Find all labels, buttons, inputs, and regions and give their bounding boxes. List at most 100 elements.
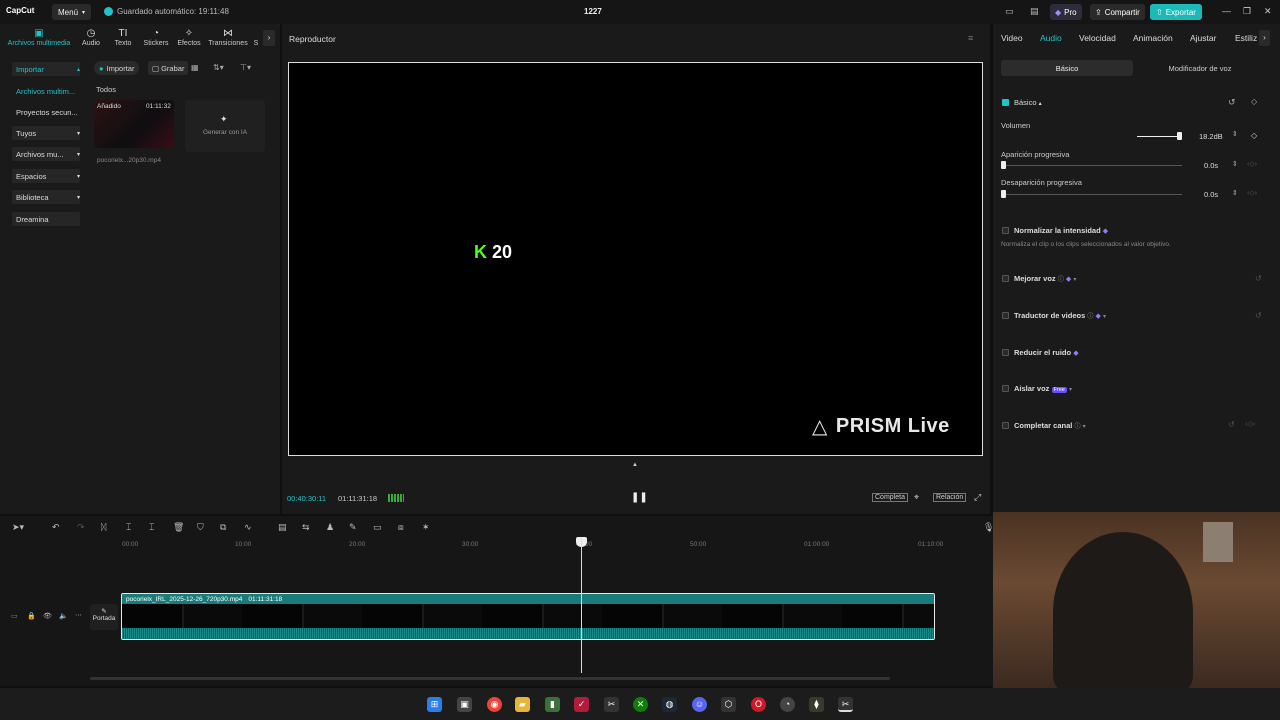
more-icon[interactable]: ⋯ bbox=[75, 611, 82, 619]
opera-icon[interactable]: O bbox=[751, 697, 766, 712]
menu-button[interactable]: Menú ▾ bbox=[52, 4, 92, 20]
cover-button[interactable]: ✎ Portada bbox=[90, 604, 118, 630]
mirror-icon[interactable]: ⇆ bbox=[302, 522, 310, 533]
fill-channel-checkbox[interactable] bbox=[1002, 422, 1009, 429]
reduce-noise-checkbox[interactable] bbox=[1002, 349, 1009, 356]
fadein-slider-knob[interactable] bbox=[1001, 161, 1006, 169]
split-left-icon[interactable]: ⌶ bbox=[126, 522, 131, 533]
fadeout-value[interactable]: 0.0s bbox=[1204, 190, 1218, 199]
volume-value[interactable]: 18.2dB bbox=[1199, 132, 1223, 141]
lock-icon[interactable]: 🔒 bbox=[27, 612, 36, 620]
discord-icon[interactable]: ☺ bbox=[692, 697, 707, 712]
fadein-slider-track[interactable] bbox=[1003, 165, 1182, 166]
tab-text[interactable]: TI Texto bbox=[110, 28, 136, 47]
ai-tool-icon[interactable]: ✶ bbox=[422, 522, 430, 533]
sidebar-item-media-files[interactable]: Archivos multim... bbox=[12, 84, 80, 98]
sidebar-item-library[interactable]: Biblioteca ▾ bbox=[12, 190, 80, 204]
sidebar-item-yours[interactable]: Tuyos ▾ bbox=[12, 126, 80, 140]
person-icon[interactable]: ♟ bbox=[326, 522, 334, 533]
drag-handle-icon[interactable]: ▲ bbox=[632, 462, 638, 468]
split-right-icon[interactable]: ⌶ bbox=[149, 522, 154, 533]
tab-audio-props[interactable]: Audio bbox=[1040, 33, 1062, 43]
snapshot-icon[interactable]: ⌖ bbox=[914, 492, 919, 503]
sidebar-item-import[interactable]: Importar ▴ bbox=[12, 62, 80, 76]
grid-view-icon[interactable]: ▦ bbox=[191, 63, 199, 72]
reset-icon[interactable]: ↺ bbox=[1228, 97, 1236, 108]
hd-icon[interactable]: ▭ bbox=[373, 522, 382, 533]
minimize-icon[interactable]: — bbox=[1222, 6, 1231, 16]
delete-icon[interactable]: 🗑 bbox=[173, 522, 184, 533]
export-button[interactable]: ⇧ Exportar bbox=[1150, 4, 1202, 20]
volume-slider-knob[interactable] bbox=[1177, 132, 1182, 140]
speaker-icon[interactable]: 🔈 bbox=[59, 612, 68, 620]
subtab-basic[interactable]: Básico bbox=[1001, 60, 1133, 76]
reset-icon[interactable]: ↺ bbox=[1255, 311, 1262, 320]
keyframe-nav-icon[interactable]: ‹◇› bbox=[1247, 189, 1257, 197]
translator-checkbox[interactable] bbox=[1002, 312, 1009, 319]
reset-icon[interactable]: ↺ bbox=[1228, 420, 1235, 429]
subtab-voice-changer[interactable]: Modificador de voz bbox=[1134, 60, 1266, 76]
xbox-icon[interactable]: ✕ bbox=[633, 697, 648, 712]
restore-icon[interactable]: ❐ bbox=[1243, 6, 1251, 17]
fadein-value[interactable]: 0.0s bbox=[1204, 161, 1218, 170]
share-button[interactable]: ⇪ Compartir bbox=[1090, 4, 1145, 20]
track-thumbnail-icon[interactable]: ▭ bbox=[11, 612, 18, 620]
timeline-scrollbar[interactable] bbox=[90, 677, 890, 680]
layout-icon[interactable]: ▭ bbox=[1005, 6, 1014, 17]
fadeout-slider-knob[interactable] bbox=[1001, 190, 1006, 198]
tab-stickers[interactable]: ◔ Stickers bbox=[140, 28, 172, 47]
crop-icon[interactable]: ⧉ bbox=[220, 522, 226, 533]
close-icon[interactable]: ✕ bbox=[1264, 6, 1272, 17]
tab-more[interactable]: S bbox=[252, 28, 260, 47]
enhance-voice-checkbox[interactable] bbox=[1002, 275, 1009, 282]
tab-video[interactable]: Video bbox=[1001, 33, 1023, 43]
filter-icon[interactable]: ⊤▾ bbox=[240, 63, 251, 72]
sidebar-item-spaces[interactable]: Espacios ▾ bbox=[12, 169, 80, 183]
eye-icon[interactable]: 👁 bbox=[43, 612, 52, 620]
windows-start-icon[interactable]: ⊞ bbox=[427, 697, 442, 712]
hamburger-icon[interactable]: ≡ bbox=[968, 33, 973, 43]
import-button[interactable]: ● Importar bbox=[94, 61, 140, 75]
isolate-voice-checkbox[interactable] bbox=[1002, 385, 1009, 392]
tab-speed[interactable]: Velocidad bbox=[1079, 33, 1116, 43]
tab-adjust[interactable]: Ajustar bbox=[1190, 33, 1216, 43]
magic-wand-icon[interactable]: ✎ bbox=[349, 522, 357, 533]
sidebar-item-dreamina[interactable]: Dreamina bbox=[12, 212, 80, 226]
video-preview[interactable] bbox=[288, 62, 983, 456]
app-icon[interactable]: ⧫ bbox=[809, 697, 824, 712]
sidebar-item-media-archive[interactable]: Archivos mu... ▾ bbox=[12, 147, 80, 161]
normalize-checkbox[interactable] bbox=[1002, 227, 1009, 234]
app-icon[interactable]: ▮ bbox=[545, 697, 560, 712]
video-clip[interactable]: pocorielx_IRL_2025-12-26_720p30.mp4 01:11… bbox=[121, 593, 935, 640]
keyframe-icon[interactable]: ◇ bbox=[1251, 97, 1257, 106]
chevron-right-icon[interactable]: › bbox=[263, 30, 275, 46]
aspect-ratio-button[interactable]: Relación bbox=[933, 493, 967, 502]
pro-button[interactable]: ◆ Pro bbox=[1050, 4, 1082, 20]
undo-icon[interactable]: ↶ bbox=[52, 522, 60, 533]
obs-icon[interactable]: ⬡ bbox=[721, 697, 736, 712]
split-icon[interactable]: ᛞ bbox=[101, 522, 106, 532]
file-explorer-icon[interactable]: ▰ bbox=[515, 697, 530, 712]
curve-icon[interactable]: ∿ bbox=[244, 522, 252, 533]
sort-icon[interactable]: ⇅▾ bbox=[213, 63, 224, 72]
export-frame-icon[interactable]: ⧈ bbox=[398, 522, 404, 533]
fullscreen-icon[interactable]: ⤢ bbox=[974, 492, 981, 503]
tab-style[interactable]: Estiliz bbox=[1235, 33, 1257, 43]
capcut-active-icon[interactable]: ✂ bbox=[838, 697, 853, 712]
record-button[interactable]: ▢ Grabar bbox=[148, 61, 189, 75]
full-quality-button[interactable]: Completa bbox=[872, 493, 908, 502]
tab-effects[interactable]: ✧ Efectos bbox=[175, 28, 203, 47]
app-icon[interactable]: ✓ bbox=[574, 697, 589, 712]
fadeout-slider-track[interactable] bbox=[1003, 194, 1182, 195]
app-icon[interactable]: ◔ bbox=[780, 697, 795, 712]
task-view-icon[interactable]: ▣ bbox=[457, 697, 472, 712]
basic-checkbox[interactable] bbox=[1002, 99, 1009, 106]
stepper-icon[interactable]: ⇕ bbox=[1232, 160, 1238, 168]
caption-icon[interactable]: ▤ bbox=[278, 522, 287, 533]
tab-audio[interactable]: ◷ Audio bbox=[78, 28, 104, 47]
capcut-icon[interactable]: ✂ bbox=[604, 697, 619, 712]
sidebar-item-secondary-projects[interactable]: Proyectos secun... bbox=[12, 105, 80, 119]
chevron-right-icon[interactable]: › bbox=[1259, 30, 1270, 46]
tab-transitions[interactable]: ⋈ Transiciones bbox=[206, 28, 250, 47]
chrome-icon[interactable]: ◉ bbox=[487, 697, 502, 712]
